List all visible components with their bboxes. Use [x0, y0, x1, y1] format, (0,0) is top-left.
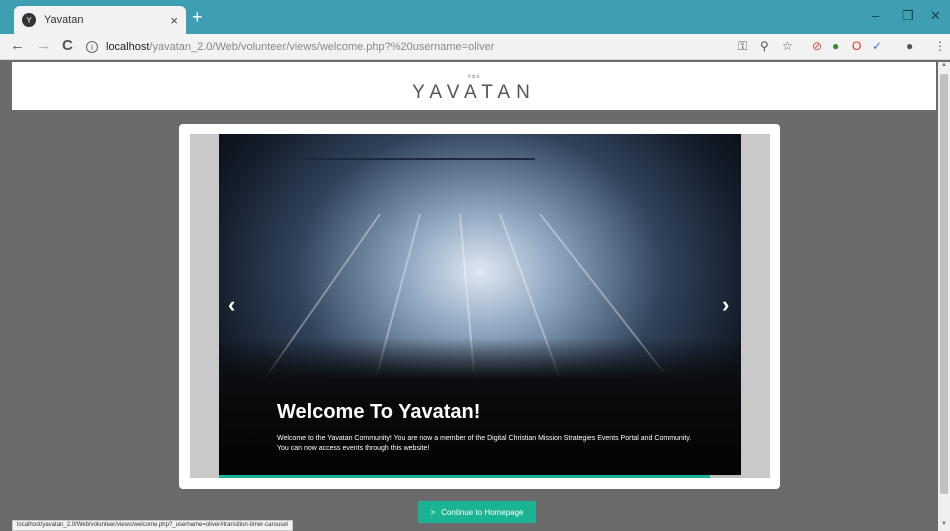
carousel-prev-icon[interactable]: ‹ [228, 294, 235, 316]
site-info-icon[interactable]: i [86, 41, 98, 53]
concert-slide-image: Welcome To Yavatan! Welcome to the Yavat… [219, 134, 741, 478]
browser-status-bar: localhost/yavatan_2.0/Web/volunteer/view… [12, 520, 293, 531]
extension-globe-icon[interactable]: ● [832, 39, 839, 53]
opera-extension-icon[interactable]: O [852, 39, 861, 53]
scroll-up-icon[interactable]: ▲ [938, 62, 950, 72]
bookmark-star-icon[interactable]: ☆ [782, 39, 793, 53]
page-scrollbar[interactable]: ▲ ▼ [938, 62, 950, 531]
scroll-thumb[interactable] [940, 74, 948, 494]
chevron-right-icon: > [430, 507, 436, 517]
carousel-progress-fill [219, 475, 710, 478]
welcome-card: Welcome To Yavatan! Welcome to the Yavat… [179, 124, 780, 489]
reload-button[interactable]: C [62, 38, 73, 54]
site-header: ᴙᴓᴕ YAVATAN [12, 62, 936, 110]
extension-blocker-icon[interactable]: ⊘ [812, 39, 822, 53]
carousel-progress-track [219, 475, 741, 478]
browser-tab[interactable]: Y Yavatan × [14, 6, 186, 34]
carousel-description: Welcome to the Yavatan Community! You ar… [277, 435, 692, 452]
extension-check-icon[interactable]: ✓ [872, 39, 882, 53]
scroll-down-icon[interactable]: ▼ [938, 521, 950, 531]
url-path: /yavatan_2.0/Web/volunteer/views/welcome… [149, 41, 495, 53]
browser-address-bar: ← → C i localhost/yavatan_2.0/Web/volunt… [0, 34, 950, 60]
tab-close-icon[interactable]: × [170, 13, 178, 28]
window-restore-button[interactable]: ❐ [902, 8, 914, 24]
key-icon[interactable]: ⚿ [738, 39, 747, 53]
carousel-next-icon[interactable]: › [722, 294, 729, 316]
new-tab-button[interactable]: + [192, 8, 203, 26]
browser-menu-icon[interactable]: ⋮ [934, 39, 946, 53]
window-minimize-button[interactable]: – [872, 8, 879, 23]
continue-button-label: Continue to Homepage [441, 507, 524, 517]
back-button[interactable]: ← [10, 38, 25, 54]
zoom-icon[interactable]: ⚲ [760, 39, 769, 53]
browser-tab-bar: Y Yavatan × + – ❐ ✕ [0, 0, 950, 34]
stage-truss [303, 158, 535, 160]
carousel-title: Welcome To Yavatan! [277, 401, 481, 423]
tab-title: Yavatan [44, 14, 84, 26]
welcome-carousel: Welcome To Yavatan! Welcome to the Yavat… [190, 134, 770, 478]
yavatan-favicon-icon: Y [22, 13, 36, 27]
logo-mark-icon: ᴙᴓᴕ [467, 74, 481, 80]
site-logo[interactable]: YAVATAN [12, 82, 936, 104]
window-close-button[interactable]: ✕ [930, 8, 941, 24]
continue-to-homepage-button[interactable]: > Continue to Homepage [418, 501, 536, 523]
profile-icon[interactable]: ● [906, 39, 913, 53]
url-host: localhost [106, 41, 150, 53]
url-input[interactable]: i localhost/yavatan_2.0/Web/volunteer/vi… [86, 37, 806, 57]
forward-button[interactable]: → [36, 38, 51, 54]
